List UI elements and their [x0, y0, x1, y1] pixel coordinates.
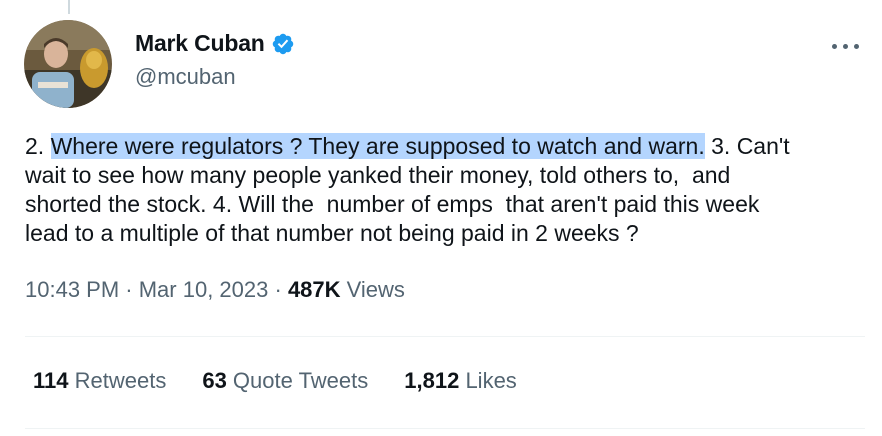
- quotes-label: Quote Tweets: [226, 368, 369, 393]
- divider: [25, 428, 865, 429]
- meta-separator: ·: [268, 277, 288, 302]
- retweets-label: Retweets: [68, 368, 167, 393]
- likes-stat[interactable]: 1,812 Likes: [404, 368, 517, 394]
- divider: [25, 336, 865, 337]
- views-label: Views: [340, 277, 405, 302]
- quotes-count: 63: [202, 368, 227, 393]
- likes-label: Likes: [459, 368, 517, 393]
- engagement-stats: 114 Retweets 63 Quote Tweets 1,812 Likes: [33, 368, 553, 394]
- thread-connector-line: [68, 0, 70, 14]
- tweet-text-highlighted: Where were regulators ? They are suppose…: [50, 133, 705, 159]
- retweets-count: 114: [33, 368, 69, 393]
- more-dot: [843, 44, 848, 49]
- author-name[interactable]: Mark Cuban: [135, 30, 265, 57]
- tweet-text-before: 2.: [25, 133, 51, 159]
- quote-tweets-stat[interactable]: 63 Quote Tweets: [202, 368, 368, 394]
- avatar-photo-icon: [24, 20, 112, 108]
- more-dot: [832, 44, 837, 49]
- views-count: 487K: [287, 277, 341, 302]
- tweet-text: 2. Where were regulators ? They are supp…: [25, 132, 865, 248]
- meta-separator: ·: [119, 277, 139, 302]
- retweets-stat[interactable]: 114 Retweets: [33, 368, 166, 394]
- tweet-meta: 10:43 PM · Mar 10, 2023 · 487K Views: [25, 277, 405, 303]
- tweet-date[interactable]: Mar 10, 2023: [139, 277, 269, 302]
- likes-count: 1,812: [404, 368, 460, 393]
- more-options-icon[interactable]: [832, 42, 862, 52]
- avatar[interactable]: [24, 20, 112, 108]
- verified-badge-icon: [272, 33, 293, 54]
- author-handle[interactable]: @mcuban: [135, 64, 236, 90]
- author-name-row[interactable]: Mark Cuban: [135, 30, 295, 57]
- tweet-time[interactable]: 10:43 PM: [25, 277, 119, 302]
- more-dot: [854, 44, 859, 49]
